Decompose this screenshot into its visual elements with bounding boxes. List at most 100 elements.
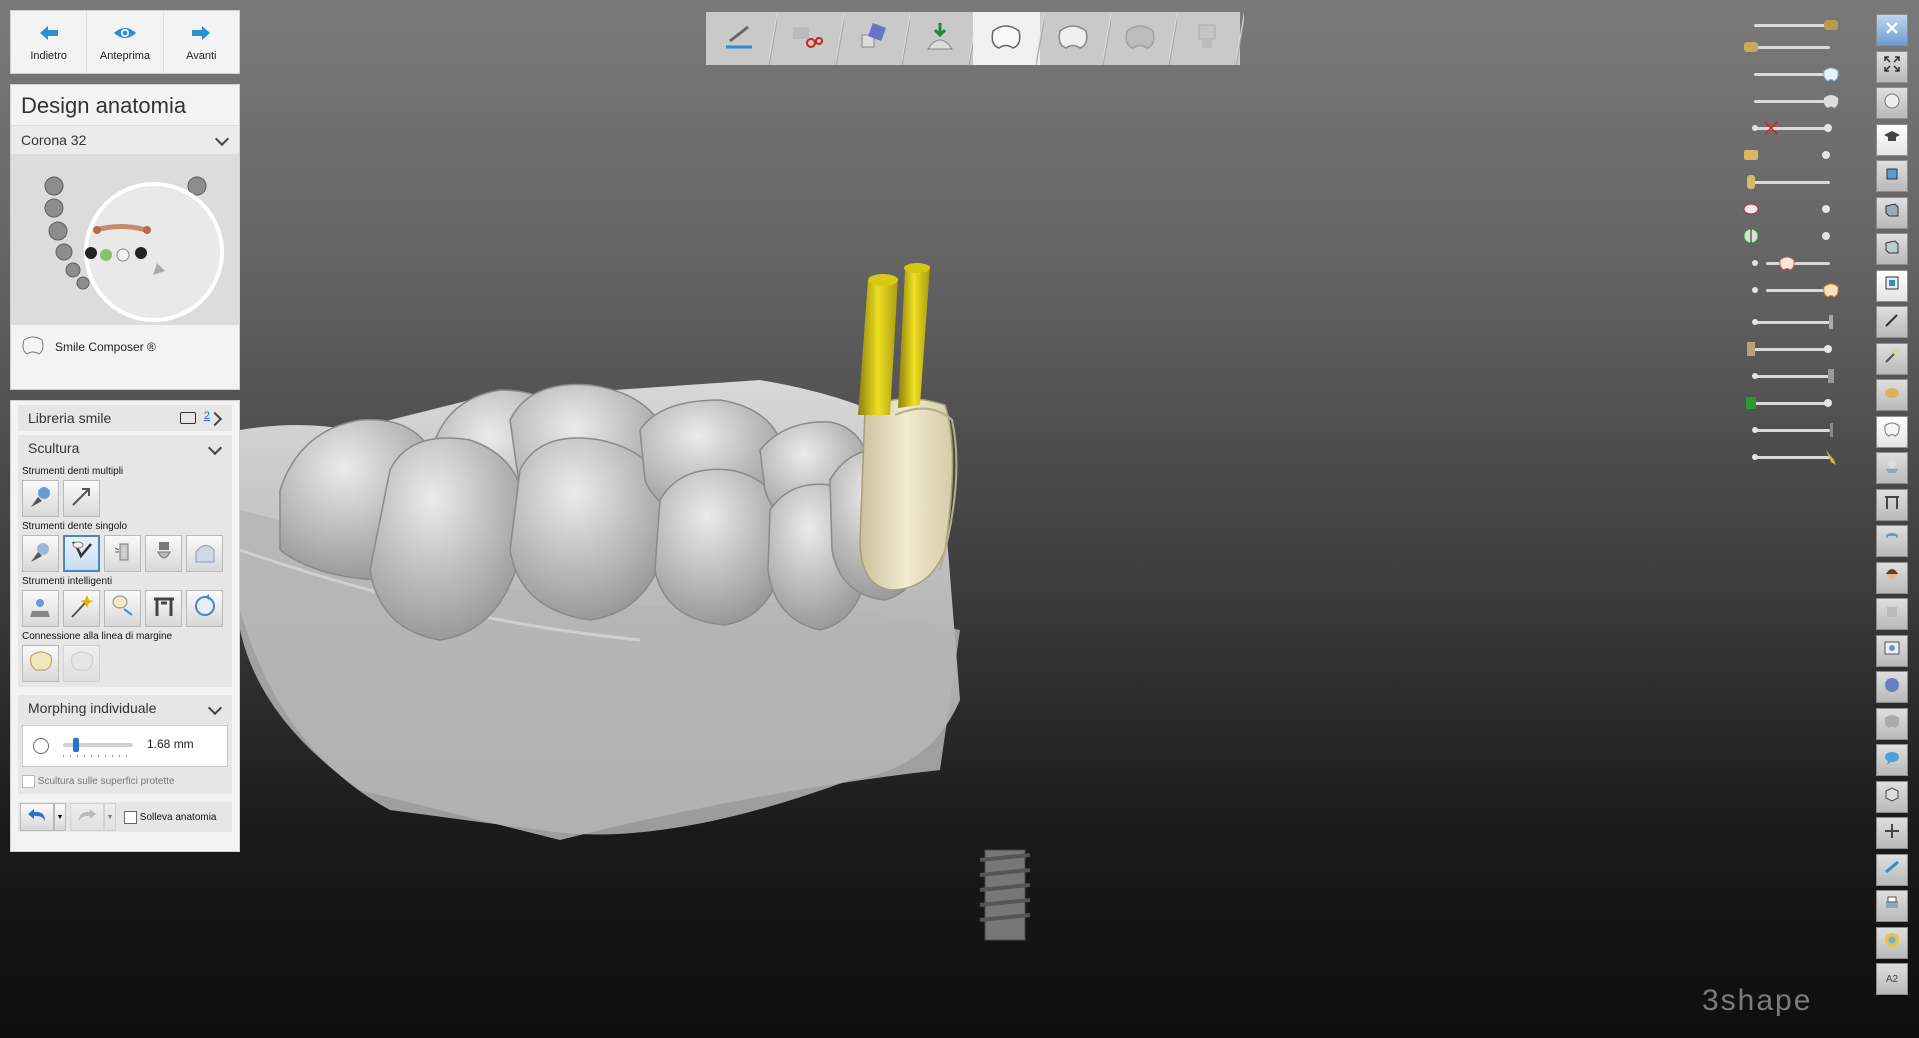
bridge-tool[interactable] [145,590,182,627]
globe-button[interactable] [1876,671,1908,703]
single-move-tool[interactable] [22,535,59,572]
layout-a2-button[interactable]: A2 [1876,963,1908,995]
smile-composer-row[interactable]: Smile Composer ® [11,325,239,369]
insertion-direction-icon[interactable] [1742,227,1760,245]
tooth-outline-button[interactable] [1876,707,1908,740]
slider-row[interactable] [1742,446,1842,468]
rotate-tool[interactable] [186,590,223,627]
view-front-button[interactable] [1876,160,1908,192]
close-view-button[interactable] [1876,14,1908,46]
add-remove-tool[interactable] [104,535,141,572]
die-gold-icon[interactable] [1742,173,1760,191]
gold-tool-button[interactable] [1876,379,1908,411]
face-view-button[interactable] [1876,561,1908,594]
redo-dropdown[interactable]: ▼ [104,803,116,831]
gold-crown-icon[interactable] [1822,16,1840,34]
tooth-red-icon[interactable] [1778,254,1796,272]
smooth-tool[interactable] [145,535,182,572]
step-implant[interactable] [906,12,977,65]
slider-row[interactable] [1742,311,1842,333]
occlusion-button[interactable] [1876,452,1908,484]
next-button[interactable]: Avanti [164,11,239,73]
slider-row[interactable] [1742,198,1842,220]
color-wheel-button[interactable] [1876,926,1908,959]
slider-row[interactable] [1742,144,1842,166]
step-die[interactable] [840,12,910,65]
magic-tool[interactable] [63,590,100,627]
multi-move-tool[interactable] [22,480,59,517]
smile-library-section[interactable]: Libreria smile 2 [18,405,232,431]
slider-row[interactable] [1742,63,1842,85]
print-button[interactable] [1876,890,1908,922]
analog-icon[interactable] [1742,340,1760,358]
step-abutment[interactable] [1173,12,1244,65]
tooth-chart[interactable] [11,155,239,325]
ruler-button[interactable] [1876,853,1908,886]
tooth-view-button[interactable] [1876,415,1908,448]
bridge-view-button[interactable] [1876,488,1908,521]
slider-row[interactable] [1742,225,1842,247]
color-mode-button[interactable] [1876,87,1908,119]
preview-button[interactable]: Anteprima [87,11,164,73]
picture-button[interactable] [1876,634,1908,667]
view-side-button[interactable] [1876,196,1908,229]
step-preparation[interactable] [706,12,777,65]
tooth-blue-icon[interactable] [1822,65,1840,83]
back-button[interactable]: Indietro [11,11,88,73]
cross-section-button[interactable] [1876,817,1908,849]
crown-selector[interactable]: Corona 32 [11,125,239,155]
cut-tool[interactable] [186,535,223,572]
multi-scale-tool[interactable] [63,480,100,517]
protected-surfaces-checkbox[interactable] [22,775,35,788]
brush-icon[interactable] [1822,448,1840,466]
radius-slider[interactable] [63,738,133,757]
view-top-button[interactable] [1876,233,1908,265]
margin-connect-tool[interactable] [22,645,59,682]
morphing-section[interactable]: Morphing individuale [18,695,232,721]
view-section-button[interactable] [1876,269,1908,302]
slider-row[interactable] [1742,252,1842,274]
slider-row[interactable] [1742,36,1842,58]
slider-row[interactable] [1742,14,1842,36]
lift-anatomy-option[interactable]: Solleva anatomia [124,810,217,824]
measure-button[interactable] [1876,306,1908,338]
slider-row[interactable] [1742,171,1842,193]
comments-button[interactable] [1876,744,1908,776]
protected-surfaces-option[interactable]: Scultura sulle superfici protette [22,775,228,788]
screw-icon[interactable] [1822,313,1840,331]
slider-row[interactable] [1742,419,1842,441]
scanbody-icon[interactable] [1822,367,1840,385]
implant-view-button[interactable] [1876,525,1908,557]
crown-orange-icon[interactable] [1822,281,1840,299]
slider-row[interactable] [1742,90,1842,112]
step-connectors[interactable] [1107,12,1177,65]
undo-button[interactable] [20,803,54,831]
slider-row[interactable] [1742,117,1842,139]
undo-dropdown[interactable]: ▼ [54,803,66,831]
wax-knife-tool[interactable] [63,535,100,572]
redo-button[interactable] [70,803,104,831]
implant-green-icon[interactable] [1742,394,1760,412]
gold-block-icon[interactable] [1742,146,1760,164]
step-trim[interactable] [773,12,844,65]
step-cutback[interactable] [1040,12,1111,65]
blank-tool-button[interactable] [1876,598,1908,630]
fullscreen-button[interactable] [1876,50,1908,83]
margin-line-icon[interactable] [1742,200,1760,218]
slider-row[interactable] [1742,365,1842,387]
slider-row[interactable] [1742,279,1842,301]
anatomy-tool[interactable] [22,590,59,627]
sculpt-section[interactable]: Scultura [18,435,232,461]
slider-row[interactable] [1742,338,1842,360]
radius-slider-handle[interactable] [73,738,79,752]
margin-connect-alt-tool[interactable] [63,645,100,682]
contact-tool[interactable] [104,590,141,627]
lift-anatomy-checkbox[interactable] [124,810,137,824]
paint-button[interactable] [1876,342,1908,375]
slider-row[interactable] [1742,392,1842,414]
viewport-3d[interactable] [239,250,1240,950]
scissors-icon[interactable] [1762,119,1780,137]
view-education-button[interactable] [1876,123,1908,156]
pin-icon[interactable] [1822,421,1840,439]
video-icon[interactable] [180,412,196,424]
